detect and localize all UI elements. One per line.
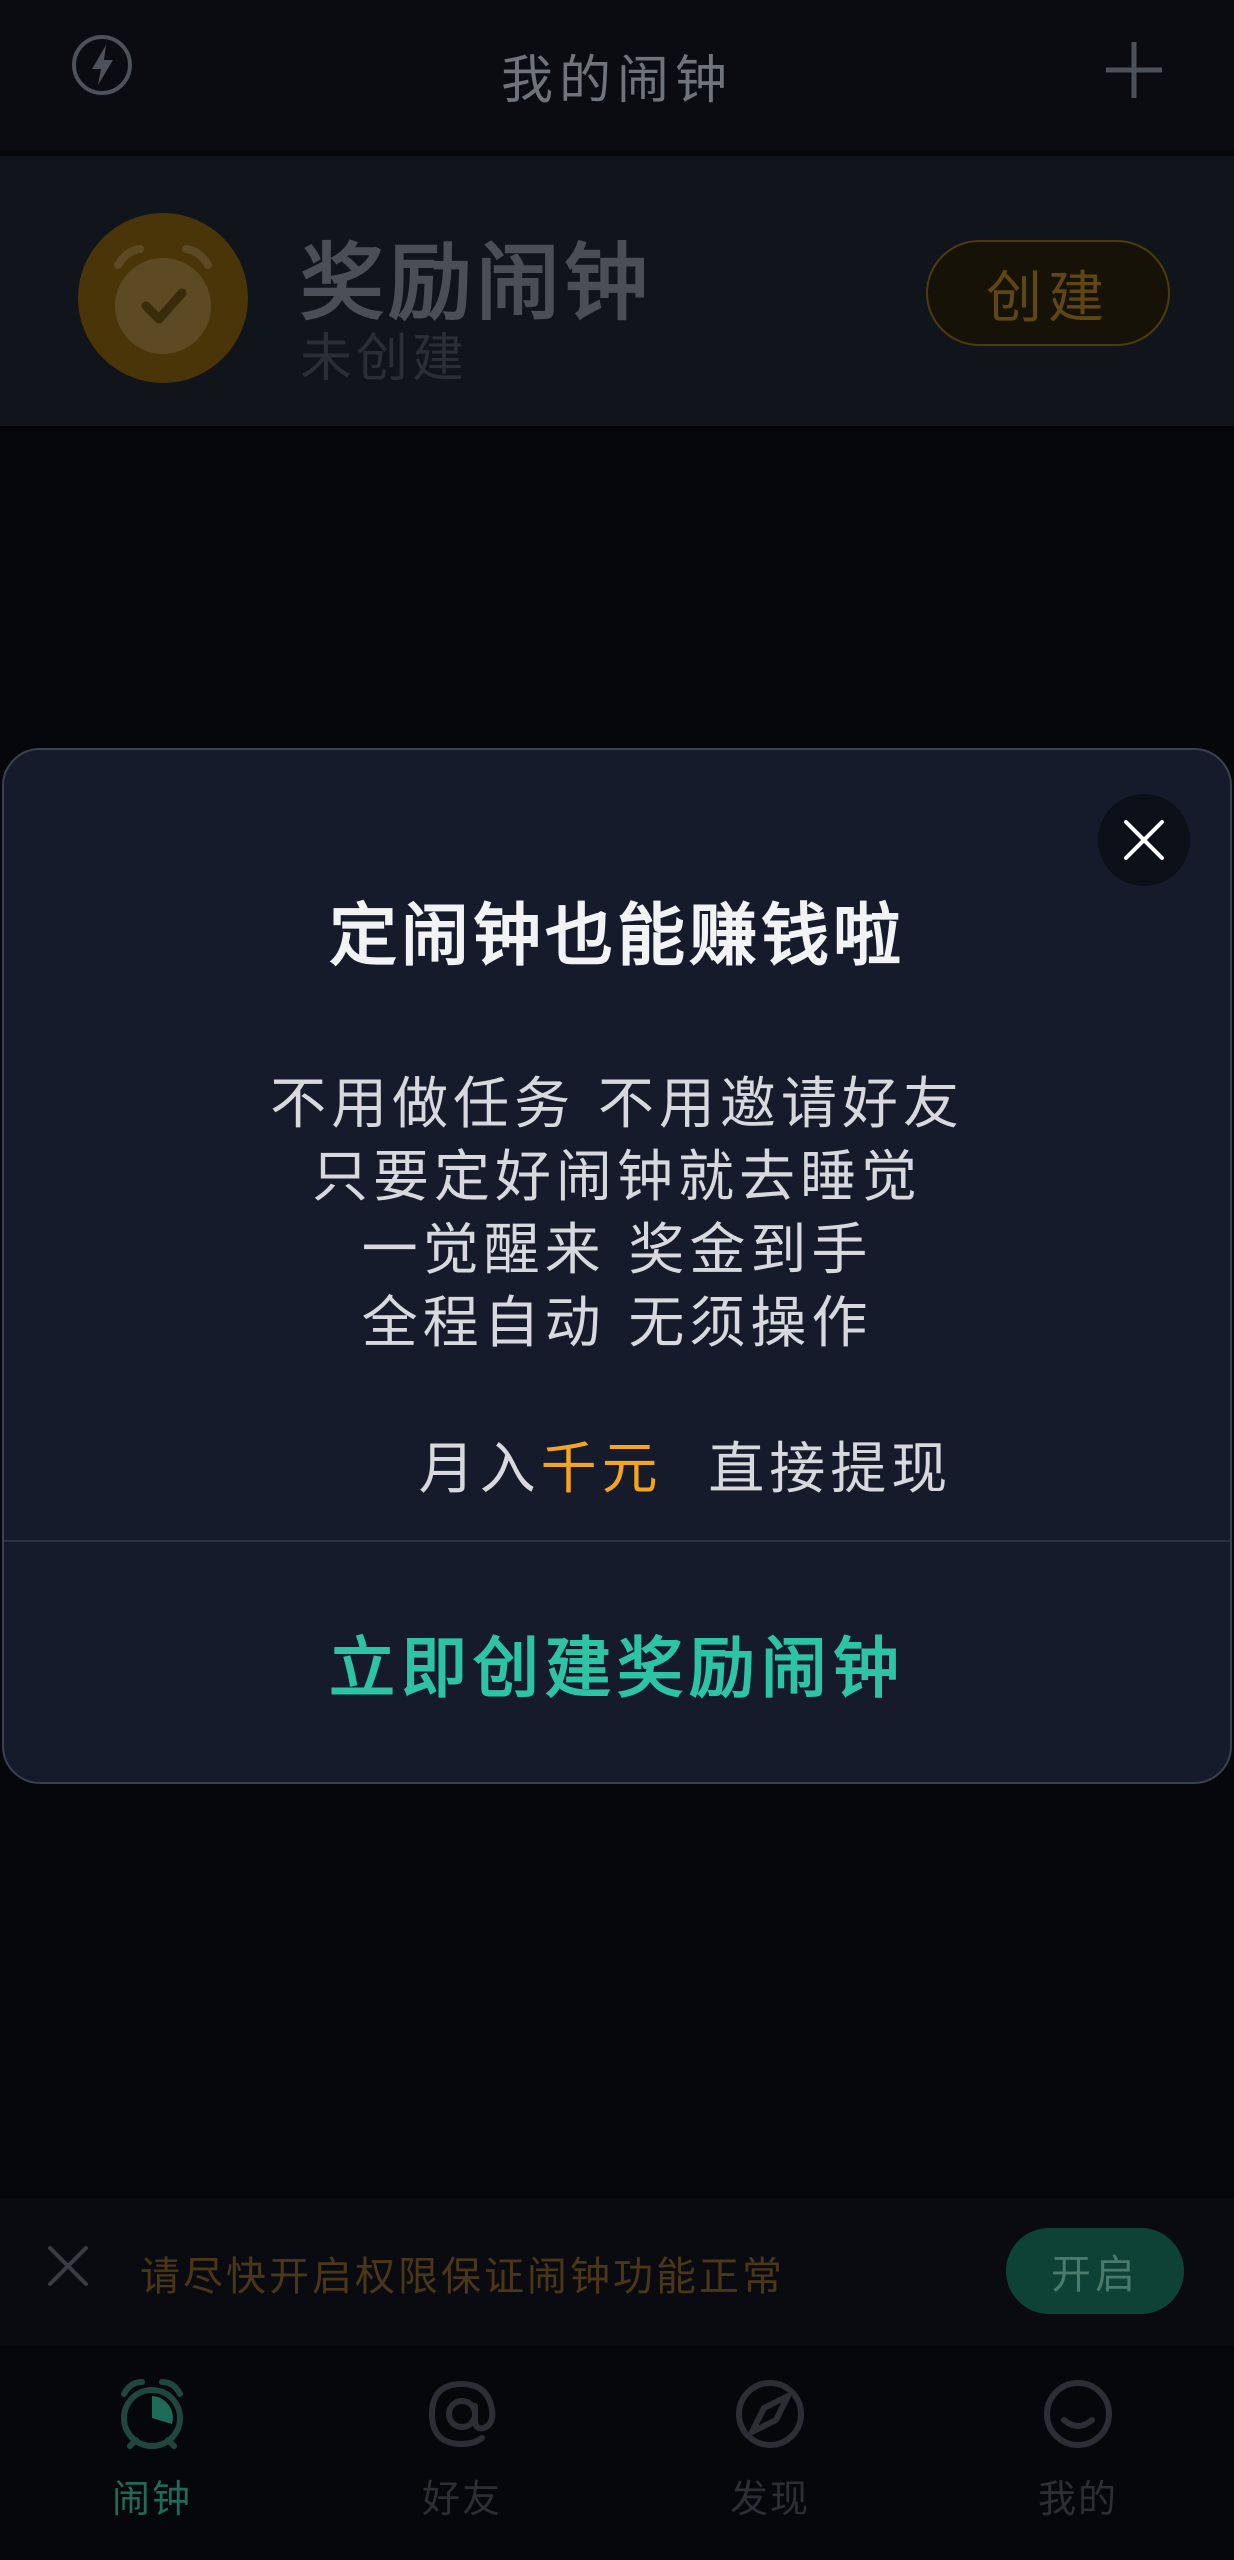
tab-label: 发现 [729, 2477, 810, 2521]
alarm-clock-check-icon [78, 213, 248, 383]
permission-banner: 请尽快开启权限保证闹钟功能正常 开启 [0, 2198, 1234, 2346]
at-sign-icon [428, 2380, 496, 2448]
income-prefix: 月入 [418, 1437, 541, 1502]
promo-dialog: 定闹钟也能赚钱啦 不用做任务 不用邀请好友 只要定好闹钟就去睡觉 一觉醒来 奖金… [2, 748, 1232, 1784]
income-highlight: 千元 [540, 1437, 663, 1502]
reward-card-status: 未创建 [300, 329, 469, 389]
permission-message: 请尽快开启权限保证闹钟功能正常 [140, 2254, 785, 2300]
dialog-line: 只要定好闹钟就去睡觉 [312, 1145, 922, 1210]
dismiss-icon[interactable] [44, 2242, 92, 2290]
top-app-bar: 我的闹钟 [0, 0, 1234, 150]
bottom-tab-bar: 闹钟 好友 发现 我的 [0, 2346, 1234, 2560]
dialog-line: 一觉醒来 奖金到手 [361, 1218, 873, 1283]
dialog-body: 不用做任务 不用邀请好友 只要定好闹钟就去睡觉 一觉醒来 奖金到手 全程自动 无… [4, 1068, 1230, 1579]
dialog-line: 全程自动 无须操作 [361, 1291, 873, 1356]
page-title: 我的闹钟 [500, 51, 733, 111]
tab-label: 好友 [421, 2477, 502, 2521]
dialog-line: 不用做任务 不用邀请好友 [270, 1072, 964, 1137]
compass-icon [736, 2380, 804, 2448]
alarm-clock-icon [121, 2379, 183, 2449]
plus-icon[interactable] [1104, 40, 1164, 100]
income-suffix: 直接提现 [662, 1437, 953, 1502]
tab-label: 我的 [1037, 2477, 1118, 2521]
enable-permission-button[interactable]: 开启 [1006, 2228, 1184, 2314]
tab-profile[interactable]: 我的 [978, 2376, 1178, 2546]
dialog-heading: 定闹钟也能赚钱啦 [328, 897, 905, 976]
tab-label: 闹钟 [111, 2477, 192, 2521]
tab-discover[interactable]: 发现 [670, 2376, 870, 2546]
close-icon [1124, 820, 1164, 860]
close-button[interactable] [1098, 794, 1190, 886]
create-reward-alarm-button[interactable]: 立即创建奖励闹钟 [4, 1542, 1230, 1782]
smiley-face-icon [1044, 2380, 1112, 2448]
reward-alarm-card: 奖励闹钟 未创建 创建 [0, 156, 1234, 426]
tab-friends[interactable]: 好友 [362, 2376, 562, 2546]
create-button[interactable]: 创建 [926, 240, 1170, 346]
tab-alarm[interactable]: 闹钟 [52, 2376, 252, 2546]
